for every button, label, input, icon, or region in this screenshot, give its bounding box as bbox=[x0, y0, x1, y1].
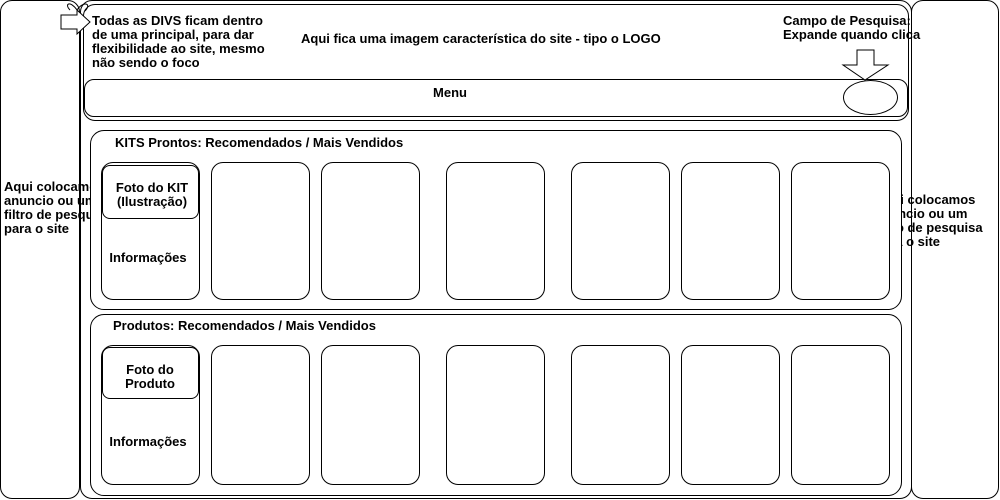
right-arrow-icon bbox=[60, 8, 91, 36]
ribbon-icon bbox=[67, 3, 89, 12]
down-arrow-icon bbox=[841, 49, 890, 81]
annotation-arrows bbox=[60, 3, 890, 81]
